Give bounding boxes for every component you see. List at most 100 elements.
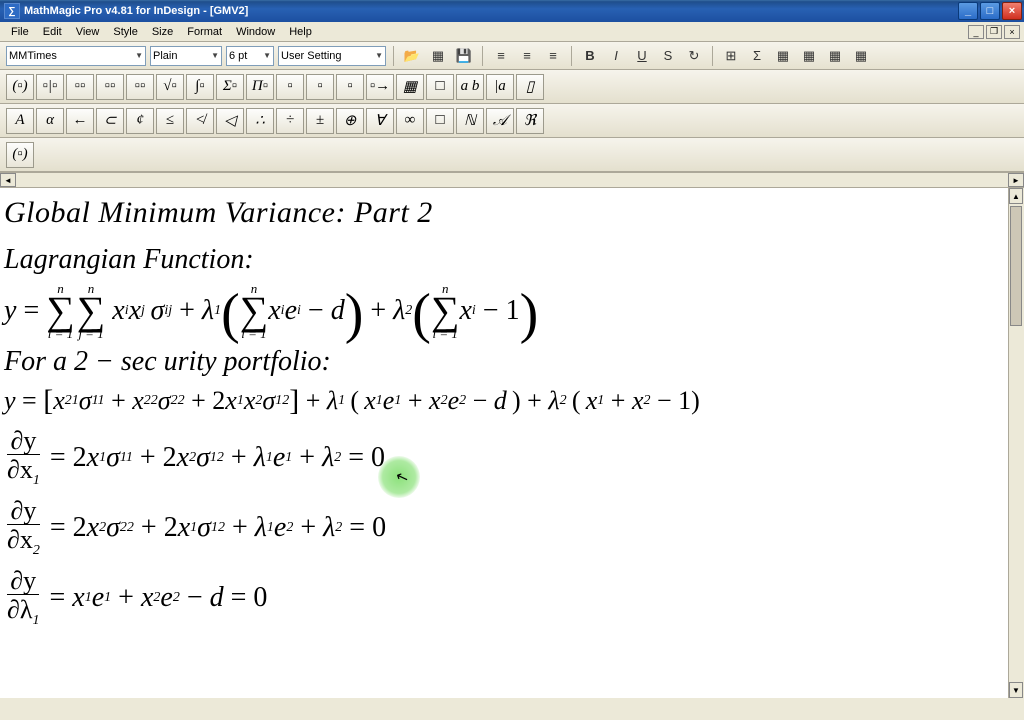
style-select-value: Plain [153, 50, 177, 62]
window-title: MathMagic Pro v4.81 for InDesign - [GMV2… [24, 5, 958, 17]
layout6-button[interactable]: ▦ [850, 45, 872, 67]
scroll-thumb[interactable] [1010, 206, 1022, 326]
horizontal-scrollbar[interactable]: ◄ ► [0, 172, 1024, 188]
underline-button[interactable]: U [631, 45, 653, 67]
sym-forall[interactable]: ∀ [366, 108, 394, 134]
sym-pm[interactable]: ± [306, 108, 334, 134]
sym-A[interactable]: A [6, 108, 34, 134]
grid3-icon: ▦ [829, 48, 841, 64]
sym-N[interactable]: ℕ [456, 108, 484, 134]
grid4-icon: ▦ [855, 48, 867, 64]
app-icon: ∑ [4, 3, 20, 19]
align-center-button[interactable]: ≡ [516, 45, 538, 67]
redo-button[interactable]: ↻ [683, 45, 705, 67]
sym-nless[interactable]: ≮ [186, 108, 214, 134]
menu-size[interactable]: Size [145, 24, 180, 40]
layout2-button[interactable]: Σ [746, 45, 768, 67]
minimize-button[interactable]: _ [958, 2, 978, 20]
scroll-down-icon[interactable]: ▼ [1009, 682, 1023, 698]
tmpl-ab[interactable]: a b [456, 74, 484, 100]
equation-content: Global Minimum Variance: Part 2 Lagrangi… [0, 188, 1024, 639]
layout4-button[interactable]: ▦ [798, 45, 820, 67]
tmpl-sum[interactable]: Σ▫ [216, 74, 244, 100]
subpal-paren[interactable]: (▫) [6, 142, 34, 168]
tmpl-integral[interactable]: ∫▫ [186, 74, 214, 100]
menu-format[interactable]: Format [180, 24, 229, 40]
tmpl-sub[interactable]: ▫▫ [96, 74, 124, 100]
layout1-button[interactable]: ⊞ [720, 45, 742, 67]
maximize-button[interactable]: □ [980, 2, 1000, 20]
tmpl-over[interactable]: ▫ [276, 74, 304, 100]
tmpl-sup[interactable]: ▫▫ [66, 74, 94, 100]
tmpl-box[interactable]: □ [426, 74, 454, 100]
sym-subset[interactable]: ⊂ [96, 108, 124, 134]
sym-scriptA[interactable]: 𝒜 [486, 108, 514, 134]
tmpl-frac[interactable]: ▫|▫ [36, 74, 64, 100]
window-titlebar: ∑ MathMagic Pro v4.81 for InDesign - [GM… [0, 0, 1024, 22]
close-button[interactable]: × [1002, 2, 1022, 20]
layout5-button[interactable]: ▦ [824, 45, 846, 67]
sym-therefore[interactable]: ∴ [246, 108, 274, 134]
sym-cent[interactable]: ¢ [126, 108, 154, 134]
sym-tri[interactable]: ◁ [216, 108, 244, 134]
toolbar-separator [712, 46, 713, 66]
sym-alpha[interactable]: α [36, 108, 64, 134]
sub-palette: (▫) [0, 138, 1024, 172]
menu-view[interactable]: View [69, 24, 107, 40]
template-palette-1: (▫) ▫|▫ ▫▫ ▫▫ ▫▫ √▫ ∫▫ Σ▫ Π▫ ▫ ▫ ▫ ▫→ ▦ … [0, 70, 1024, 104]
sym-oplus[interactable]: ⊕ [336, 108, 364, 134]
sym-square[interactable]: □ [426, 108, 454, 134]
usersetting-select[interactable]: User Setting▼ [278, 46, 386, 66]
sym-Re[interactable]: ℜ [516, 108, 544, 134]
scroll-up-icon[interactable]: ▲ [1009, 188, 1023, 204]
toolbar-separator [571, 46, 572, 66]
italic-icon: I [614, 48, 618, 63]
menu-file[interactable]: File [4, 24, 36, 40]
style-select[interactable]: Plain▼ [150, 46, 222, 66]
sym-le[interactable]: ≤ [156, 108, 184, 134]
font-select[interactable]: MMTimes▼ [6, 46, 146, 66]
tmpl-under[interactable]: ▫ [306, 74, 334, 100]
tmpl-prod[interactable]: Π▫ [246, 74, 274, 100]
mdi-close-button[interactable]: × [1004, 25, 1020, 39]
menu-help[interactable]: Help [282, 24, 319, 40]
lagrangian-equation: y = n∑i = 1 n∑j = 1 xixj σij + λ1 ( n∑i … [4, 282, 1020, 340]
tmpl-slash[interactable]: ▫▫ [126, 74, 154, 100]
open-button[interactable]: 📂 [401, 45, 423, 67]
scroll-right-icon[interactable]: ► [1008, 173, 1024, 187]
main-toolbar: MMTimes▼ Plain▼ 6 pt▼ User Setting▼ 📂 ▦ … [0, 42, 1024, 70]
tmpl-paren[interactable]: (▫) [6, 74, 34, 100]
expanded-y-equation: y = [x21σ11 + x22σ22 + 2x1x2σ12] + λ1 ( … [4, 384, 1020, 418]
menu-edit[interactable]: Edit [36, 24, 69, 40]
tmpl-sqrt[interactable]: √▫ [156, 74, 184, 100]
align-right-button[interactable]: ≡ [542, 45, 564, 67]
color-button[interactable]: ▦ [427, 45, 449, 67]
menu-window[interactable]: Window [229, 24, 282, 40]
size-select[interactable]: 6 pt▼ [226, 46, 274, 66]
menu-style[interactable]: Style [106, 24, 144, 40]
tmpl-bar-a[interactable]: |a [486, 74, 514, 100]
sym-div[interactable]: ÷ [276, 108, 304, 134]
mdi-restore-button[interactable]: ❐ [986, 25, 1002, 39]
vertical-scrollbar[interactable]: ▲ ▼ [1008, 188, 1024, 698]
equation-editor-canvas[interactable]: ▲ ▼ Global Minimum Variance: Part 2 Lagr… [0, 188, 1024, 698]
strike-button[interactable]: S [657, 45, 679, 67]
layout1-icon: ⊞ [726, 48, 737, 64]
tmpl-arrow[interactable]: ▫→ [366, 74, 394, 100]
scroll-left-icon[interactable]: ◄ [0, 173, 16, 187]
save-button[interactable]: 💾 [453, 45, 475, 67]
bold-icon: B [585, 48, 594, 63]
tmpl-hat[interactable]: ▫ [336, 74, 364, 100]
mdi-minimize-button[interactable]: _ [968, 25, 984, 39]
layout3-button[interactable]: ▦ [772, 45, 794, 67]
lagrangian-label: Lagrangian Function: [4, 244, 1020, 276]
tmpl-rect[interactable]: ▯ [516, 74, 544, 100]
size-select-value: 6 pt [229, 50, 247, 62]
italic-button[interactable]: I [605, 45, 627, 67]
align-left-button[interactable]: ≡ [490, 45, 512, 67]
sym-leftarrow[interactable]: ← [66, 108, 94, 134]
sym-inf[interactable]: ∞ [396, 108, 424, 134]
tmpl-matrix[interactable]: ▦ [396, 74, 424, 100]
align-left-icon: ≡ [497, 48, 505, 63]
bold-button[interactable]: B [579, 45, 601, 67]
